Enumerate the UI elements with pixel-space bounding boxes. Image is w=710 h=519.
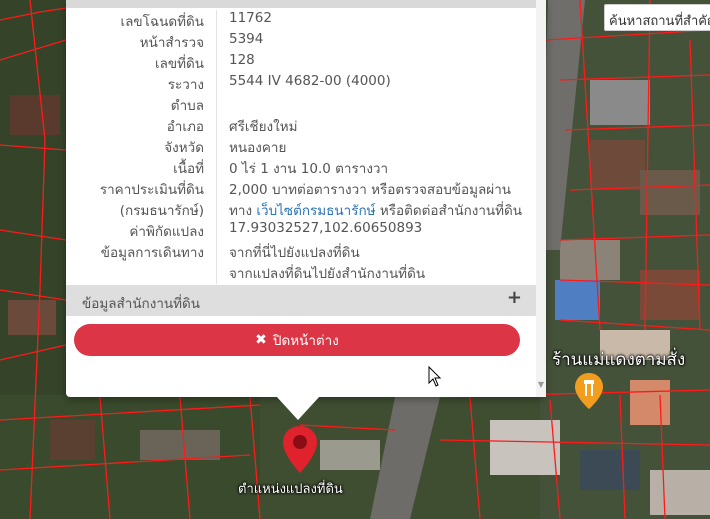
row-area: เนื้อที่ 0 ไร่ 1 งาน 10.0 ตารางวา <box>66 157 536 178</box>
mouse-cursor-icon <box>428 366 442 387</box>
row-value: หนองคาย <box>229 140 287 156</box>
treasury-website-link[interactable]: เว็บไซต์กรมธนารักษ์ <box>256 203 375 219</box>
row-label: อำเภอ <box>166 119 204 135</box>
restaurant-pin-icon[interactable] <box>574 372 604 410</box>
row-label: (กรมธนารักษ์) <box>119 203 204 219</box>
popup-pointer <box>276 396 320 420</box>
popup-header-strip <box>66 0 536 8</box>
row-land-number: เลขที่ดิน 128 <box>66 52 536 73</box>
expand-plus-icon[interactable]: + <box>507 287 522 308</box>
row-label: ตำบล <box>170 98 204 114</box>
row-map-sheet: ระวาง 5544 IV 4682-00 (4000) <box>66 73 536 94</box>
row-coordinates: ค่าพิกัดแปลง 17.93032527,102.60650893 <box>66 220 536 241</box>
row-label: จังหวัด <box>164 140 204 156</box>
row-district: อำเภอ ศรีเชียงใหม่ <box>66 115 536 136</box>
row-value: 2,000 บาทต่อตารางวา หรือตรวจสอบข้อมูลผ่า… <box>229 182 511 198</box>
close-window-button[interactable]: ✖ ปิดหน้าต่าง <box>74 324 520 356</box>
location-pin-icon[interactable] <box>282 425 318 475</box>
row-label: ระวาง <box>167 77 204 93</box>
row-label: เนื้อที่ <box>173 161 204 177</box>
place-search-input[interactable]: ค้นหาสถานที่สำคัญ <box>604 4 710 31</box>
row-label: เลขโฉนดที่ดิน <box>120 14 204 30</box>
directions-to-office-link[interactable]: จากแปลงที่ดินไปยังสำนักงานที่ดิน <box>229 262 425 284</box>
row-value: ศรีเชียงใหม่ <box>229 119 298 135</box>
row-province: จังหวัด หนองคาย <box>66 136 536 157</box>
close-button-label: ปิดหน้าต่าง <box>272 333 339 349</box>
land-office-section-toggle[interactable]: ข้อมูลสำนักงานที่ดิน + <box>66 285 536 316</box>
popup-scrollbar[interactable]: ▼ <box>536 0 546 397</box>
treasury-text-pre: ทาง <box>229 203 257 219</box>
row-appraisal-price: ราคาประเมินที่ดิน 2,000 บาทต่อตารางวา หร… <box>66 178 536 199</box>
row-label: หน้าสำรวจ <box>139 35 204 51</box>
scroll-down-icon[interactable]: ▼ <box>537 380 545 389</box>
row-label: ราคาประเมินที่ดิน <box>99 182 204 198</box>
row-value: 11762 <box>229 10 272 26</box>
row-deed-number: เลขโฉนดที่ดิน 11762 <box>66 10 536 31</box>
row-subdistrict: ตำบล <box>66 94 536 115</box>
row-label: ค่าพิกัดแปลง <box>129 224 204 240</box>
row-label: ข้อมูลการเดินทาง <box>100 245 204 261</box>
row-survey-page: หน้าสำรวจ 5394 <box>66 31 536 52</box>
directions-to-parcel-link[interactable]: จากที่นี่ไปยังแปลงที่ดิน <box>229 241 360 263</box>
row-value: ทาง เว็บไซต์กรมธนารักษ์ หรือติดต่อสำนักง… <box>229 199 522 221</box>
place-label[interactable]: ร้านแม่แดงตามสั่ง <box>552 346 685 373</box>
coordinates-link[interactable]: 17.93032527,102.60650893 <box>229 220 422 236</box>
treasury-text-post: หรือติดต่อสำนักงานที่ดิน <box>375 203 523 219</box>
land-office-section-label: ข้อมูลสำนักงานที่ดิน <box>82 296 201 312</box>
row-directions: ข้อมูลการเดินทาง จากที่นี่ไปยังแปลงที่ดิ… <box>66 241 536 262</box>
parcel-info-popup: ▼ เลขโฉนดที่ดิน 11762 หน้าสำรวจ 5394 เลข… <box>66 0 546 397</box>
row-value: 128 <box>229 52 255 68</box>
row-label: เลขที่ดิน <box>154 56 204 72</box>
row-value: 5394 <box>229 31 264 47</box>
row-value: 0 ไร่ 1 งาน 10.0 ตารางวา <box>229 161 389 177</box>
row-value: 5544 IV 4682-00 (4000) <box>229 73 391 89</box>
row-treasury: (กรมธนารักษ์) ทาง เว็บไซต์กรมธนารักษ์ หร… <box>66 199 536 220</box>
close-icon: ✖ <box>255 332 267 348</box>
row-directions-office: จากแปลงที่ดินไปยังสำนักงานที่ดิน <box>66 262 536 283</box>
marker-label: ตำแหน่งแปลงที่ดิน <box>238 482 343 497</box>
